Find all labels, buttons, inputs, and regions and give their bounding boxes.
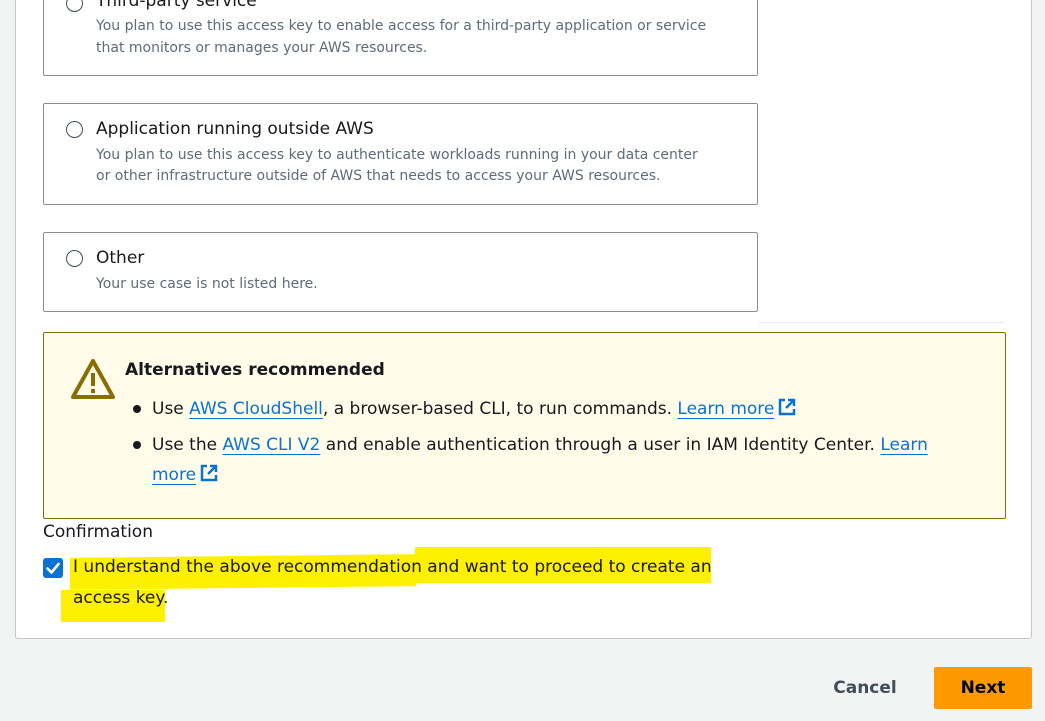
option-title: Application running outside AWS [96,119,374,139]
option-description-line2: or other infrastructure outside of AWS t… [96,168,661,184]
alert-item-cli-v2: Use the AWS CLI V2 and enable authentica… [152,430,928,460]
alert-item-cloudshell: Use AWS CloudShell, a browser-based CLI,… [152,394,797,424]
text: , a browser-based CLI, to run commands. [322,399,678,419]
check-icon [46,562,60,574]
option-description-line1: You plan to use this access key to authe… [96,147,698,163]
learn-more-link[interactable]: Learn more [677,398,797,419]
learn-more-label: more [152,465,197,485]
learn-more-link-part1[interactable]: Learn [880,435,928,455]
external-link-icon [779,398,796,416]
option-third-party-service[interactable]: Third-party service You plan to use this… [43,0,758,76]
option-description-line1: You plan to use this access key to enabl… [96,18,707,34]
option-title: Other [96,248,145,268]
divider [758,322,1004,323]
radio-third-party-service[interactable] [66,0,83,12]
alert-item-cli-v2-cont: more [152,460,219,490]
bullet [133,441,141,449]
warning-icon [71,359,115,399]
external-link-icon [200,464,218,482]
learn-more-label: Learn more [677,399,775,419]
form-container [15,0,1032,639]
bullet [133,405,141,413]
option-application-outside-aws[interactable]: Application running outside AWS You plan… [43,103,758,205]
option-title: Third-party service [96,0,257,11]
option-description-line2: that monitors or manages your AWS resour… [96,40,428,56]
option-other[interactable]: Other Your use case is not listed here. [43,232,758,312]
radio-other[interactable] [66,250,83,267]
text: Use the [152,435,223,455]
aws-cli-v2-link[interactable]: AWS CLI V2 [222,435,320,455]
learn-more-link-part2[interactable]: more [152,464,219,485]
alternatives-alert: Alternatives recommended Use AWS CloudSh… [43,332,1006,519]
text: and enable authentication through a user… [320,435,881,455]
confirmation-text-line1[interactable]: I understand the above recommendation an… [73,557,712,577]
cancel-button[interactable]: Cancel [817,667,913,709]
next-button[interactable]: Next [934,667,1032,709]
text: Use [152,399,190,419]
aws-cloudshell-link[interactable]: AWS CloudShell [189,399,323,419]
alert-title: Alternatives recommended [125,360,385,380]
option-description-line1: Your use case is not listed here. [96,276,318,292]
confirmation-text-line2[interactable]: access key. [73,588,168,608]
confirmation-checkbox[interactable] [43,558,63,578]
radio-application-outside-aws[interactable] [66,121,83,138]
confirmation-label: Confirmation [43,522,153,542]
